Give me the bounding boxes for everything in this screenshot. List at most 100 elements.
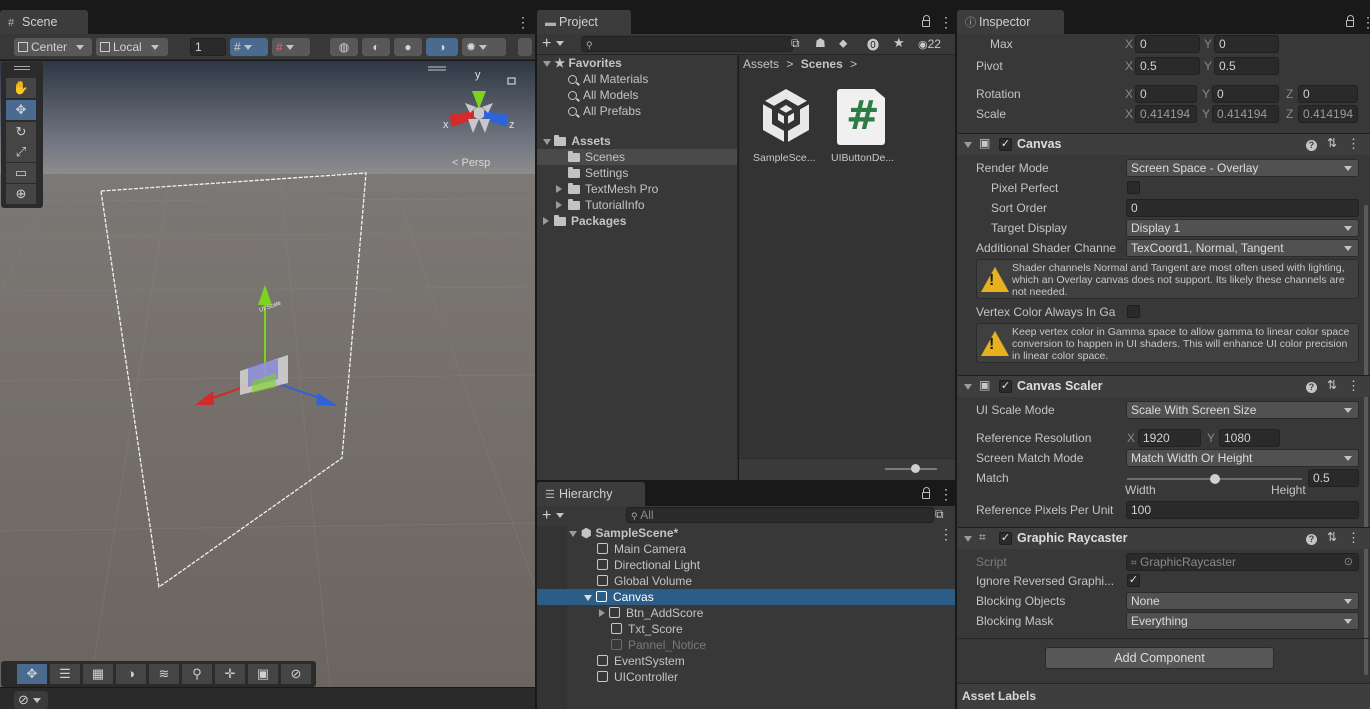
reference-y-field[interactable]: 1080 [1219, 429, 1280, 447]
hierarchy-item-txt-score[interactable]: Txt_Score [537, 621, 955, 637]
hierarchy-search-input[interactable]: ⚲ All [626, 507, 934, 523]
canvas-component-header[interactable]: ▣ ✓ Canvas ? ⇅ ⋮ [958, 133, 1370, 155]
scale-y-field[interactable]: 0.414194 [1212, 105, 1279, 123]
scene-row-menu-icon[interactable]: ⋮ [939, 527, 953, 541]
move-tool-icon[interactable]: ✥ [6, 100, 36, 120]
tree-folder-textmesh[interactable]: TextMesh Pro [537, 181, 737, 197]
scene-visibility-icon[interactable]: ⧉ [935, 507, 944, 522]
match-value-field[interactable]: 0.5 [1308, 469, 1359, 487]
canvas-scaler-enabled-checkbox[interactable]: ✓ [999, 380, 1012, 393]
component-menu-icon[interactable]: ⋮ [1347, 136, 1360, 152]
rotation-y-field[interactable]: 0 [1212, 85, 1279, 103]
project-lock-icon[interactable] [922, 15, 930, 27]
ui-scale-mode-dropdown[interactable]: Scale With Screen Size [1126, 401, 1359, 419]
scale-x-field[interactable]: 0.414194 [1135, 105, 1197, 123]
tree-folder-settings[interactable]: Settings [537, 165, 737, 181]
zoom-icon[interactable]: ⚲ [182, 664, 212, 684]
tree-favorite-item[interactable]: All Models [537, 87, 737, 103]
blocking-mask-dropdown[interactable]: Everything [1126, 612, 1359, 630]
rotate-tool-icon[interactable]: ↻ [6, 122, 36, 142]
sort-order-field[interactable]: 0 [1126, 199, 1359, 217]
rotation-x-field[interactable]: 0 [1135, 85, 1197, 103]
preset-icon[interactable]: ⇅ [1327, 136, 1337, 150]
raycaster-enabled-checkbox[interactable]: ✓ [999, 532, 1012, 545]
filter-warning-icon[interactable]: ⓿ [867, 36, 879, 53]
tab-project[interactable]: ▬ Project [537, 10, 631, 34]
tree-favorite-item[interactable]: All Materials [537, 71, 737, 87]
compass-icon[interactable]: ⊘ [281, 664, 311, 684]
filter-label-icon[interactable]: ⬥ [839, 36, 847, 51]
persp-label[interactable]: < Persp [452, 157, 490, 169]
help-icon[interactable]: ? [1306, 140, 1317, 151]
tab-scene[interactable]: # Scene [0, 10, 88, 34]
icon-size-slider[interactable] [885, 464, 937, 473]
blocking-objects-dropdown[interactable]: None [1126, 592, 1359, 610]
tree-folder-scenes[interactable]: Scenes [537, 149, 737, 165]
camera-settings-button[interactable]: ⊘ [14, 691, 48, 709]
hierarchy-create-button[interactable]: + [542, 506, 572, 526]
hierarchy-menu-icon[interactable]: ⋮ [939, 487, 953, 501]
help-icon[interactable]: ? [1306, 534, 1317, 545]
breadcrumb-assets[interactable]: Assets [743, 57, 779, 71]
file-item-scene[interactable]: SampleSce... [751, 87, 821, 167]
vertex-color-checkbox[interactable] [1127, 305, 1140, 318]
hierarchy-item-global-volume[interactable]: Global Volume [537, 573, 955, 589]
tab-hierarchy[interactable]: ☰ Hierarchy [537, 482, 645, 506]
project-create-button[interactable]: + [542, 34, 572, 54]
match-slider[interactable] [1127, 474, 1302, 484]
gizmos-button[interactable]: ✹ [462, 38, 506, 56]
hierarchy-item-directional-light[interactable]: Directional Light [537, 557, 955, 573]
tree-favorites[interactable]: ★ Favorites [537, 55, 737, 71]
favorite-star-icon[interactable]: ★ [893, 35, 905, 51]
help-icon[interactable]: ? [1306, 382, 1317, 393]
asset-labels-bar[interactable]: Asset Labels [958, 683, 1370, 709]
pivot-x-field[interactable]: 0.5 [1135, 57, 1200, 75]
scale-tool-icon[interactable]: ⤢ [6, 142, 36, 162]
search-by-type-icon[interactable]: ⧉ [791, 36, 800, 51]
preset-icon[interactable]: ⇅ [1327, 530, 1337, 544]
pivot-snap-icon[interactable]: ✛ [215, 664, 245, 684]
overlay-toggle-button[interactable]: ◑ [426, 38, 458, 56]
render-mode-dropdown[interactable]: Screen Space - Overlay [1126, 159, 1359, 177]
move-snap-icon[interactable]: ✥ [17, 664, 47, 684]
hierarchy-item-uicontroller[interactable]: UIController [537, 669, 955, 685]
hierarchy-item-btn-addscore[interactable]: Btn_AddScore [537, 605, 955, 621]
ignore-reversed-checkbox[interactable]: ✓ [1127, 574, 1140, 587]
hidden-packages-toggle[interactable]: ◉22 [918, 37, 941, 51]
layers-icon[interactable]: ≋ [149, 664, 179, 684]
pivot-mode-dropdown[interactable]: Center [14, 38, 92, 56]
match-slider-thumb[interactable] [1209, 474, 1220, 484]
grid-snap-button[interactable]: # [230, 38, 268, 56]
camera-icon[interactable]: ▣ [248, 664, 278, 684]
reference-x-field[interactable]: 1920 [1138, 429, 1201, 447]
rect-tool-icon[interactable]: ▭ [6, 163, 36, 183]
hierarchy-item-main-camera[interactable]: Main Camera [537, 541, 955, 557]
scale-z-field[interactable]: 0.414194 [1298, 105, 1358, 123]
scene-menu-icon[interactable]: ⋮ [516, 15, 530, 29]
lighting-icon[interactable]: ◑ [116, 664, 146, 684]
inspector-lock-icon[interactable] [1346, 15, 1354, 27]
hierarchy-item-eventsystem[interactable]: EventSystem [537, 653, 955, 669]
lighting-button[interactable]: ● [394, 38, 422, 56]
increment-snap-button[interactable]: # [272, 38, 310, 56]
shader-channels-dropdown[interactable]: TexCoord1, Normal, Tangent [1126, 239, 1359, 257]
align-icon[interactable]: ☰ [50, 664, 80, 684]
pixel-perfect-checkbox[interactable] [1127, 181, 1140, 194]
breadcrumb-scenes[interactable]: Scenes [801, 57, 843, 71]
screen-match-mode-dropdown[interactable]: Match Width Or Height [1126, 449, 1359, 467]
inspector-scrollbar[interactable] [1364, 205, 1368, 675]
hierarchy-lock-icon[interactable] [922, 487, 930, 499]
draw-mode-button[interactable]: ◍ [330, 38, 358, 56]
shading-button[interactable]: ◐ [362, 38, 390, 56]
hierarchy-item-canvas[interactable]: Canvas [537, 589, 955, 605]
tree-packages[interactable]: Packages [537, 213, 737, 229]
hierarchy-scene-row[interactable]: ⬢ SampleScene* [569, 525, 955, 541]
project-search-input[interactable]: ⚲ [581, 36, 793, 52]
grid-size-field[interactable]: 1 [190, 38, 226, 56]
canvas-enabled-checkbox[interactable]: ✓ [999, 138, 1012, 151]
target-display-dropdown[interactable]: Display 1 [1126, 219, 1359, 237]
inspector-menu-icon[interactable]: ⋮ [1361, 15, 1370, 29]
hierarchy-item-pannel-notice[interactable]: Pannel_Notice [537, 637, 955, 653]
filter-type-icon[interactable]: ☗ [815, 36, 826, 50]
toolbar-overflow-button[interactable] [518, 38, 532, 56]
